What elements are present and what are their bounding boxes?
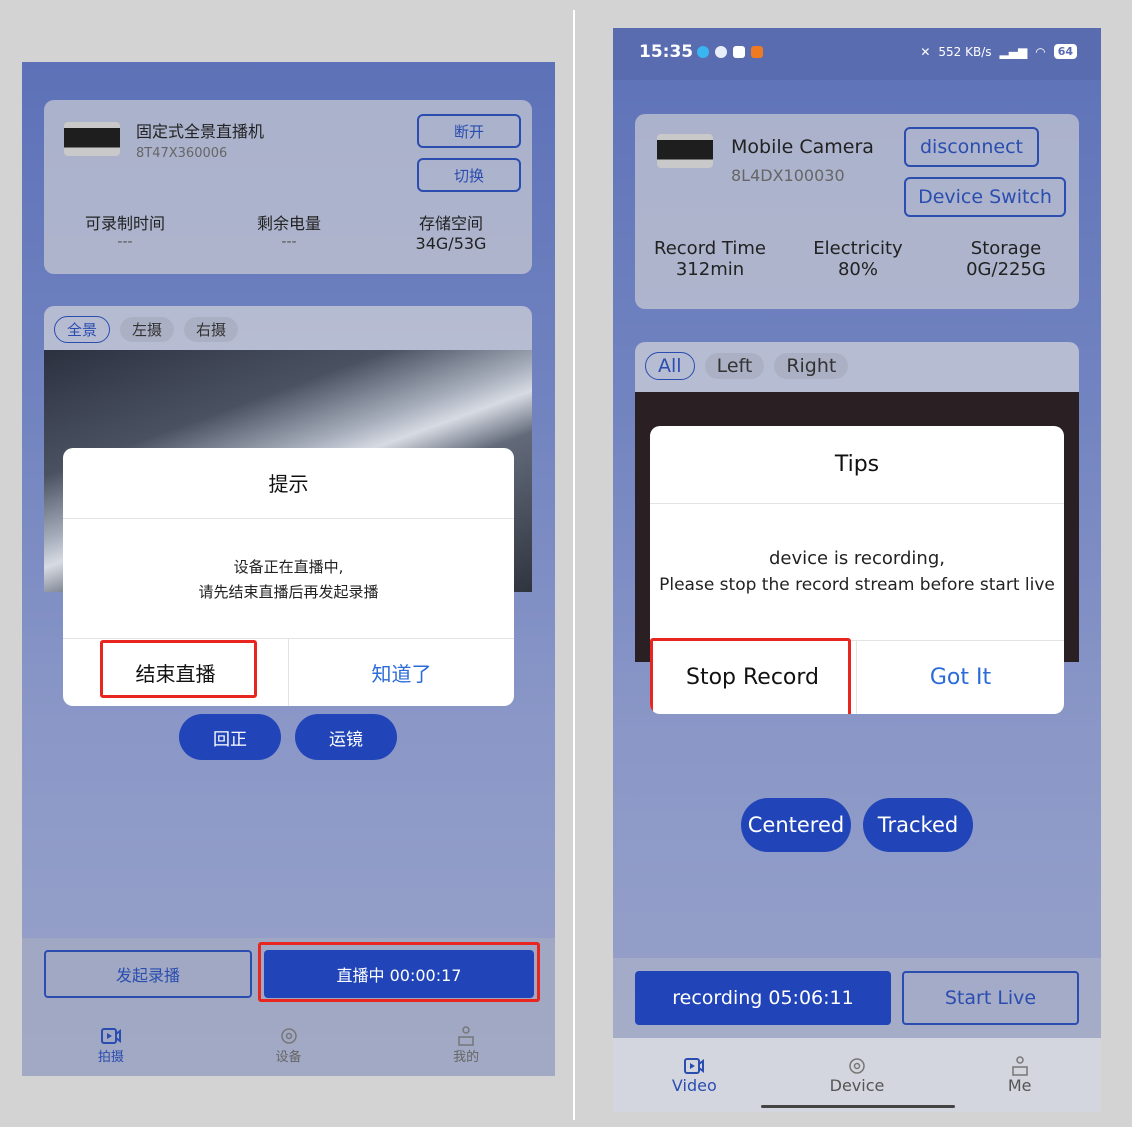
- highlight-box: [100, 640, 257, 698]
- centered-button[interactable]: Centered: [741, 798, 851, 852]
- disconnect-button[interactable]: 断开: [417, 114, 521, 148]
- stat-label: 可录制时间: [84, 214, 165, 233]
- tips-dialog: 提示 设备正在直播中, 请先结束直播后再发起录播 结束直播 知道了: [63, 448, 514, 706]
- tab-all[interactable]: All: [645, 352, 695, 380]
- stat-value: 80%: [837, 259, 878, 280]
- network-speed: 552 KB/s: [938, 44, 992, 59]
- device-name: 固定式全景直播机: [136, 122, 265, 141]
- gear-icon: [849, 1057, 865, 1074]
- stat-value: ---: [117, 234, 133, 250]
- highlight-box: [258, 942, 540, 1002]
- mail-icon: [733, 46, 745, 58]
- stat-storage: Storage 0G/225G: [937, 238, 1075, 280]
- got-it-button[interactable]: 知道了: [289, 639, 514, 706]
- nav-label: Me: [1007, 1075, 1032, 1095]
- stat-battery: 剩余电量 ---: [234, 210, 344, 250]
- nav-label: Video: [671, 1075, 717, 1095]
- stat-value: 0G/225G: [966, 259, 1046, 280]
- tab-left[interactable]: Left: [704, 353, 765, 379]
- start-live-button[interactable]: Start Live: [902, 971, 1079, 1025]
- nav-label: Device: [829, 1075, 885, 1095]
- bottom-nav: Video Device Me: [613, 1038, 1101, 1112]
- dialog-separator: [63, 518, 514, 519]
- tips-dialog: Tips device is recording, Please stop th…: [650, 426, 1064, 714]
- stat-value: 312min: [675, 259, 745, 280]
- got-it-button[interactable]: Got It: [857, 641, 1064, 714]
- nav-label: 设备: [275, 1049, 302, 1065]
- bottom-nav: 拍摄 设备 我的: [22, 1014, 555, 1076]
- phone-screen-english: 15:35 ✕ 552 KB/s ▂▄▆ ◠ 64 Mobile Camera …: [613, 28, 1101, 1112]
- tab-panorama[interactable]: 全景: [54, 316, 111, 343]
- stat-electricity: Electricity 80%: [789, 238, 927, 280]
- app-icon: [751, 46, 763, 58]
- camera-tabs: All Left Right: [645, 352, 849, 380]
- nav-item-device[interactable]: 设备: [200, 1014, 378, 1076]
- tab-right[interactable]: Right: [774, 353, 849, 379]
- stat-storage: 存储空间 34G/53G: [396, 210, 506, 253]
- dialog-message-line2: 请先结束直播后再发起录播: [198, 583, 379, 601]
- stat-label: Electricity: [813, 238, 903, 259]
- stat-record-time: Record Time 312min: [641, 238, 779, 280]
- phone-screen-chinese: 固定式全景直播机 8T47X360006 断开 切换 可录制时间 --- 剩余电…: [22, 62, 555, 1076]
- track-button[interactable]: 运镜: [295, 714, 397, 760]
- notification-icons: [697, 46, 763, 58]
- stat-label: 存储空间: [418, 214, 483, 233]
- device-card: Mobile Camera 8L4DX100030 disconnect Dev…: [635, 114, 1079, 309]
- recording-status-button[interactable]: recording 05:06:11: [635, 971, 891, 1025]
- device-switch-button[interactable]: Device Switch: [904, 177, 1066, 217]
- status-bar: 15:35 ✕ 552 KB/s ▂▄▆ ◠ 64: [613, 28, 1101, 80]
- nav-item-video[interactable]: 拍摄: [22, 1014, 200, 1076]
- panel-divider: [573, 10, 575, 1120]
- nav-label: 拍摄: [97, 1049, 124, 1065]
- dialog-message-line1: 设备正在直播中,: [233, 558, 344, 576]
- nav-item-me[interactable]: 我的: [377, 1014, 555, 1076]
- tab-left[interactable]: 左摄: [120, 317, 175, 342]
- dialog-message-line1: device is recording,: [768, 548, 945, 569]
- stat-label: 剩余电量: [256, 214, 321, 233]
- person-icon: [1011, 1055, 1028, 1076]
- stat-value: 34G/53G: [415, 234, 487, 253]
- highlight-box: [650, 638, 851, 714]
- dialog-title: Tips: [834, 452, 880, 477]
- tracked-button[interactable]: Tracked: [863, 798, 973, 852]
- stat-label: Record Time: [654, 238, 766, 259]
- nav-item-me[interactable]: Me: [938, 1038, 1101, 1112]
- device-serial: 8T47X360006: [136, 146, 228, 161]
- system-icons: ✕ 552 KB/s ▂▄▆ ◠ 64: [920, 44, 1077, 59]
- dialog-separator: [650, 503, 1064, 504]
- bottom-bar: recording 05:06:11 Start Live Video Devi…: [613, 958, 1101, 1112]
- wifi-icon: ◠: [1035, 44, 1046, 59]
- person-icon: [458, 1025, 474, 1046]
- video-icon: [684, 1057, 705, 1074]
- gear-icon: [280, 1027, 297, 1044]
- nav-item-device[interactable]: Device: [776, 1038, 939, 1112]
- nav-item-video[interactable]: Video: [613, 1038, 776, 1112]
- signal-icon: ▂▄▆: [999, 44, 1028, 59]
- stat-record-time: 可录制时间 ---: [70, 210, 180, 250]
- dialog-message-line2: Please stop the record stream before sta…: [659, 575, 1055, 595]
- switch-button[interactable]: 切换: [417, 158, 521, 192]
- home-indicator: [761, 1105, 955, 1108]
- camera-thumbnail-icon: [64, 122, 120, 156]
- device-serial: 8L4DX100030: [731, 166, 845, 185]
- status-time: 15:35: [639, 42, 694, 62]
- chat-icon: [715, 46, 727, 58]
- start-record-button[interactable]: 发起录播: [44, 950, 252, 998]
- camera-tabs: 全景 左摄 右摄: [54, 316, 239, 343]
- device-card: 固定式全景直播机 8T47X360006 断开 切换 可录制时间 --- 剩余电…: [44, 100, 532, 274]
- stat-value: ---: [281, 234, 297, 250]
- tab-right[interactable]: 右摄: [184, 317, 239, 342]
- drop-icon: [697, 46, 709, 58]
- mute-icon: ✕: [920, 44, 931, 59]
- stat-label: Storage: [970, 238, 1042, 259]
- video-icon: [100, 1027, 121, 1044]
- bottom-bar: 发起录播 直播中 00:00:17 拍摄 设备 我的: [22, 938, 555, 1076]
- camera-thumbnail-icon: [657, 134, 713, 168]
- battery-icon: 64: [1053, 44, 1077, 59]
- center-button[interactable]: 回正: [179, 714, 281, 760]
- device-name: Mobile Camera: [731, 136, 874, 158]
- disconnect-button[interactable]: disconnect: [904, 127, 1039, 167]
- dialog-title: 提示: [268, 472, 309, 496]
- nav-label: 我的: [453, 1049, 480, 1065]
